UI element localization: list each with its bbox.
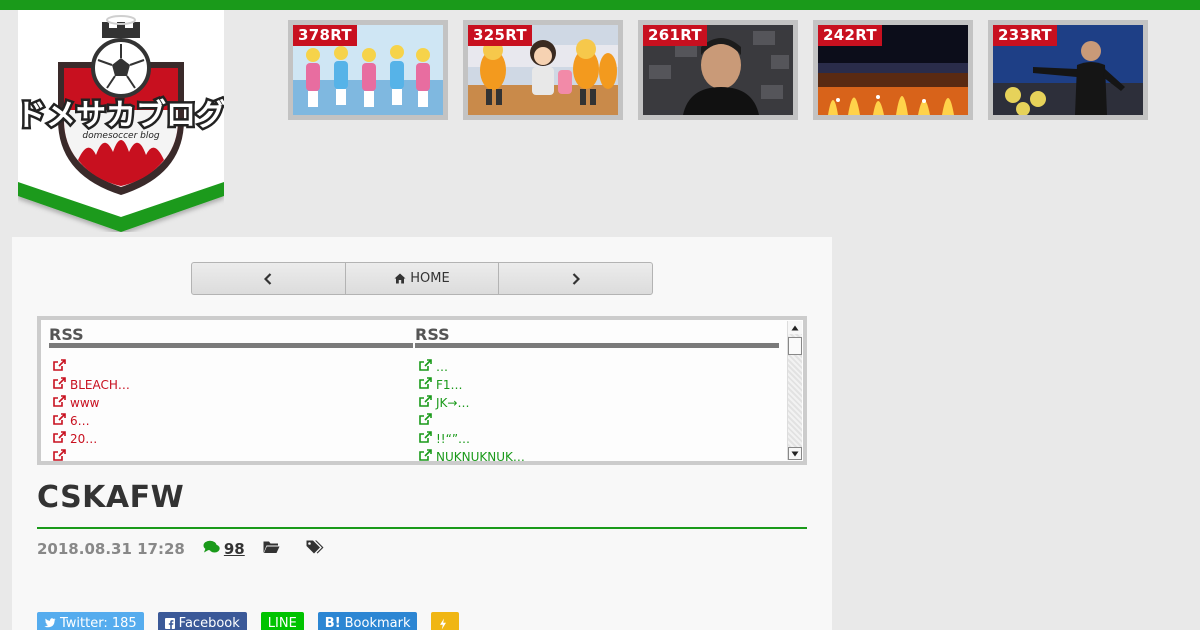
rt-count-badge: 378RT [293,25,357,46]
rss-item-text: www [70,396,100,410]
external-link-icon [419,448,432,461]
hatena-bookmark-label: Bookmark [344,616,411,630]
rss-scrollbar[interactable] [787,321,802,460]
post-title: CSKAFW [37,480,185,515]
rss-item-text: F1… [436,378,463,392]
rss-item-text: 20… [70,432,98,446]
ranking-thumb-5[interactable]: 233RT [988,20,1148,120]
rss-item[interactable]: BLEACH… [53,376,413,394]
rss-item[interactable]: !!“”… [419,430,779,448]
rss-list: … F1… JK→… !!“”… NUKNUKNUK… [415,358,779,464]
facebook-share-button[interactable]: Facebook [157,612,247,630]
rt-count-badge: 261RT [643,25,707,46]
twitter-share-label: Twitter: 185 [60,616,137,630]
external-link-icon [53,358,66,376]
ranking-thumb-1[interactable]: 378RT [288,20,448,120]
home-label: HOME [410,271,450,286]
rss-item[interactable] [53,448,413,461]
external-link-icon [419,430,432,448]
rss-item[interactable]: … [419,358,779,376]
thumbnail-image: 325RT [468,25,618,115]
rss-feed-box[interactable]: RSS BLEACH… www 6… 20… RSS … F1… JK→… !!“”… NUK… [37,316,807,465]
home-icon [394,273,406,284]
pocket-share-button[interactable] [431,612,460,630]
twitter-share-button[interactable]: Twitter: 185 [37,612,144,630]
facebook-share-label: Facebook [178,616,240,630]
rss-item[interactable]: 6… [53,412,413,430]
rss-list: BLEACH… www 6… 20… [49,358,413,461]
rss-item[interactable]: F1… [419,376,779,394]
facebook-icon [164,616,179,630]
home-button[interactable]: HOME [346,263,500,294]
folder-icon[interactable] [263,540,280,558]
rss-item-text: BLEACH… [70,378,130,392]
rss-item[interactable]: 20… [53,430,413,448]
rss-item[interactable]: www [53,394,413,412]
scrollbar-thumb[interactable] [788,337,802,355]
logo-subtext: domesoccer blog [82,131,159,141]
rss-item-text: 6… [70,414,90,428]
rss-column-right: RSS … F1… JK→… !!“”… NUKNUKNUK… [415,322,779,464]
external-link-icon [53,394,66,412]
rss-item-text: NUKNUKNUK… [436,450,525,464]
twitter-icon [44,616,60,630]
rss-title: RSS [49,322,413,348]
ranking-thumb-3[interactable]: 261RT [638,20,798,120]
lightning-icon [439,616,451,630]
scroll-up-arrow-icon[interactable] [788,321,802,334]
rss-item[interactable]: JK→… [419,394,779,412]
title-divider [37,527,807,529]
post-date: 2018.08.31 17:28 [37,540,185,558]
chevron-right-icon [572,272,580,285]
article-nav: HOME [191,262,653,295]
rss-item-text: JK→… [436,396,470,410]
external-link-icon [53,376,66,394]
external-link-icon [53,448,66,461]
thumbnail-image: 242RT [818,25,968,115]
chevron-left-icon [264,272,272,285]
tags-icon[interactable] [306,540,324,558]
thumbnail-image: 261RT [643,25,793,115]
thumbnail-image: 378RT [293,25,443,115]
rss-item[interactable]: NUKNUKNUK… [419,448,779,464]
share-buttons: Twitter: 185 Facebook LINE B! Bookmark [37,612,473,630]
rt-count-badge: 233RT [993,25,1057,46]
scroll-down-arrow-icon[interactable] [788,447,802,460]
rss-item-text: !!“”… [436,432,471,446]
logo-text: ドメサカブログ [18,98,224,133]
comments-icon [203,540,224,558]
rss-item[interactable] [53,358,413,376]
prev-article-button[interactable] [192,263,346,294]
rss-column-left: RSS BLEACH… www 6… 20… [49,322,413,461]
hatena-b-icon: B! [324,616,341,630]
thumbnail-image: 233RT [993,25,1143,115]
ranking-thumb-4[interactable]: 242RT [813,20,973,120]
hatena-bookmark-button[interactable]: B! Bookmark [317,612,418,630]
site-logo[interactable]: ドメサカブログ domesoccer blog [18,10,224,232]
rss-title: RSS [415,322,779,348]
comment-count: 98 [223,540,245,558]
next-article-button[interactable] [499,263,652,294]
ranking-thumb-2[interactable]: 325RT [463,20,623,120]
comment-count-link[interactable]: 98 [203,540,245,558]
external-link-icon [419,394,432,412]
external-link-icon [53,412,66,430]
article-panel: HOME RSS BLEACH… www 6… 20… RSS … F1… JK→… !!“… [12,237,832,630]
top-accent-bar [0,0,1200,10]
line-share-button[interactable]: LINE [260,612,304,630]
rss-item-text: … [436,360,448,374]
external-link-icon [53,430,66,448]
external-link-icon [419,358,432,376]
rss-item[interactable] [419,412,779,430]
line-share-label: LINE [267,616,297,630]
rt-count-badge: 325RT [468,25,532,46]
rt-count-badge: 242RT [818,25,882,46]
external-link-icon [419,412,432,430]
post-meta: 2018.08.31 17:28 98 [37,540,324,558]
external-link-icon [419,376,432,394]
